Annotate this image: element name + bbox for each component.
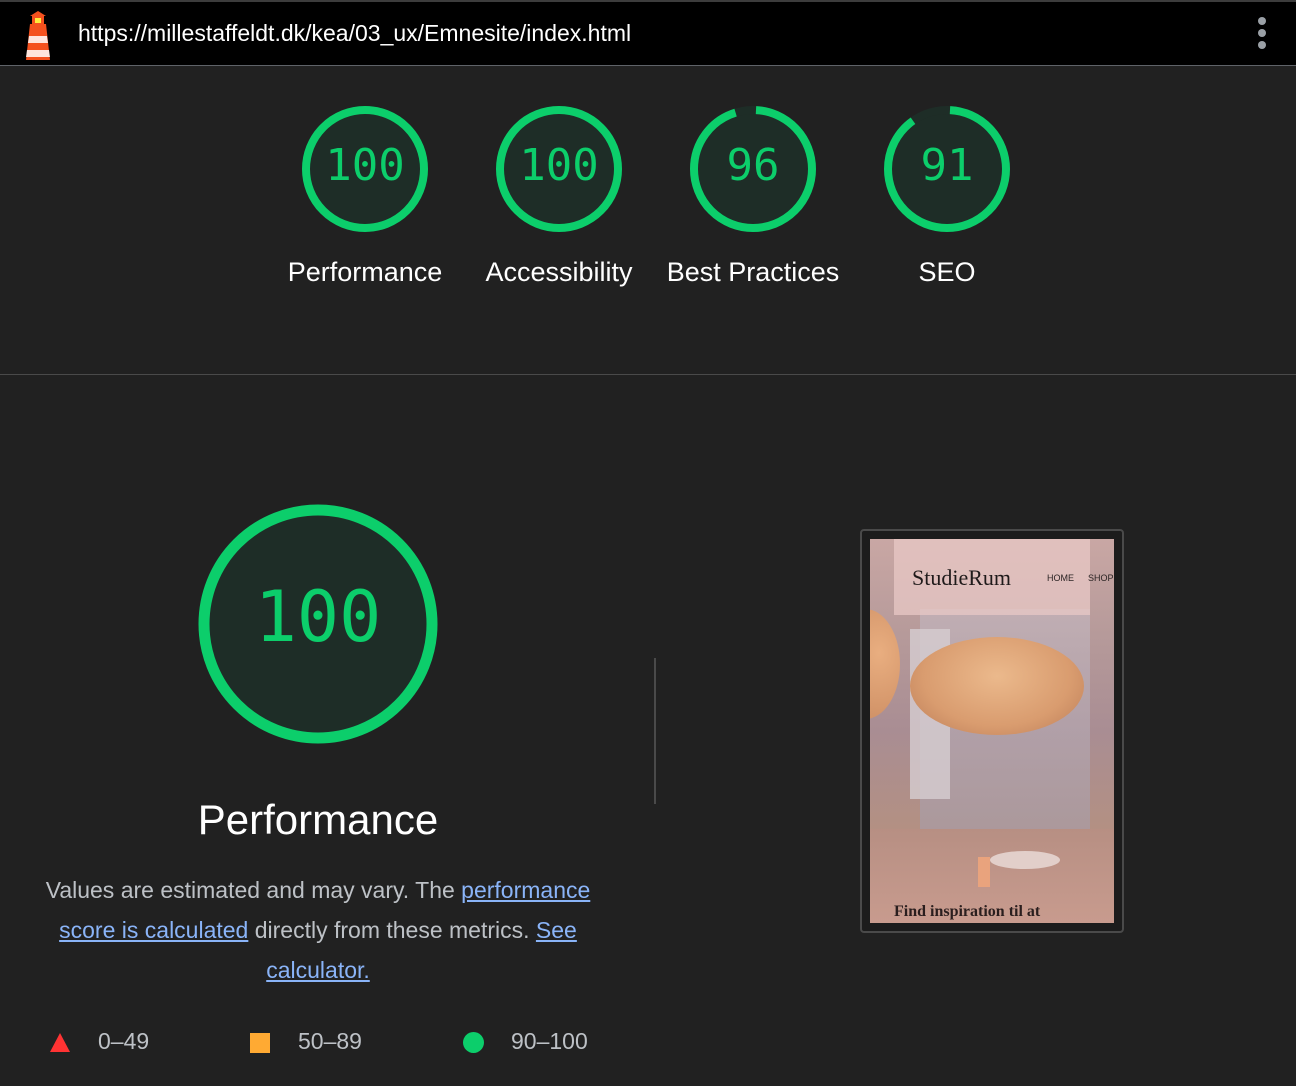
screenshot-lamp xyxy=(910,637,1084,735)
screenshot-candle xyxy=(978,857,990,887)
top-bar: https://millestaffeldt.dk/kea/03_ux/Emne… xyxy=(0,0,1296,66)
gauge-score: 96 xyxy=(726,140,780,191)
final-screenshot[interactable]: StudieRum HOME SHOP Find inspiration til… xyxy=(860,529,1124,933)
screenshot-lamp-left xyxy=(870,609,900,719)
legend-fail: 0–49 xyxy=(98,1028,150,1054)
screenshot-plate xyxy=(990,851,1060,869)
pass-circle-icon xyxy=(463,1032,484,1053)
desc-text: Values are estimated and may vary. The xyxy=(45,877,455,903)
more-vert-icon[interactable] xyxy=(1250,16,1274,54)
screenshot-nav-shop: SHOP xyxy=(1088,573,1114,583)
vertical-divider xyxy=(654,658,656,804)
performance-title: Performance xyxy=(197,796,439,843)
screenshot-tagline: Find inspiration til at xyxy=(894,903,1041,920)
average-square-icon xyxy=(250,1033,270,1053)
screenshot-brand: StudieRum xyxy=(912,565,1012,590)
gauge-label: Accessibility xyxy=(485,257,633,287)
performance-description: Values are estimated and may vary. The p… xyxy=(24,870,612,990)
gauge-accessibility[interactable]: 100 Accessibility xyxy=(485,104,633,287)
gauge-performance[interactable]: 100 Performance xyxy=(288,104,442,287)
page-url: https://millestaffeldt.dk/kea/03_ux/Emne… xyxy=(78,20,632,46)
performance-score: 100 xyxy=(254,576,382,658)
lighthouse-icon xyxy=(26,11,50,60)
gauge-seo[interactable]: 91 SEO xyxy=(882,104,1012,287)
section-divider xyxy=(0,374,1296,375)
gauge-score: 100 xyxy=(325,140,405,191)
screenshot-image: StudieRum HOME SHOP Find inspiration til… xyxy=(870,539,1114,923)
gauge-label: Performance xyxy=(287,257,443,287)
legend-pass: 90–100 xyxy=(511,1028,588,1054)
gauge-score: 91 xyxy=(920,140,974,191)
gauge-label: Best Practices xyxy=(666,257,840,287)
gauge-score: 100 xyxy=(519,140,599,191)
desc-text: directly from these metrics. xyxy=(254,917,530,943)
gauge-best-practices[interactable]: 96 Best Practices xyxy=(667,104,839,287)
gauge-label: SEO xyxy=(918,257,976,287)
performance-gauge-large: 100 xyxy=(198,504,438,744)
legend-average: 50–89 xyxy=(298,1028,362,1054)
fail-triangle-icon xyxy=(50,1033,70,1052)
screenshot-nav-home: HOME xyxy=(1047,573,1074,583)
